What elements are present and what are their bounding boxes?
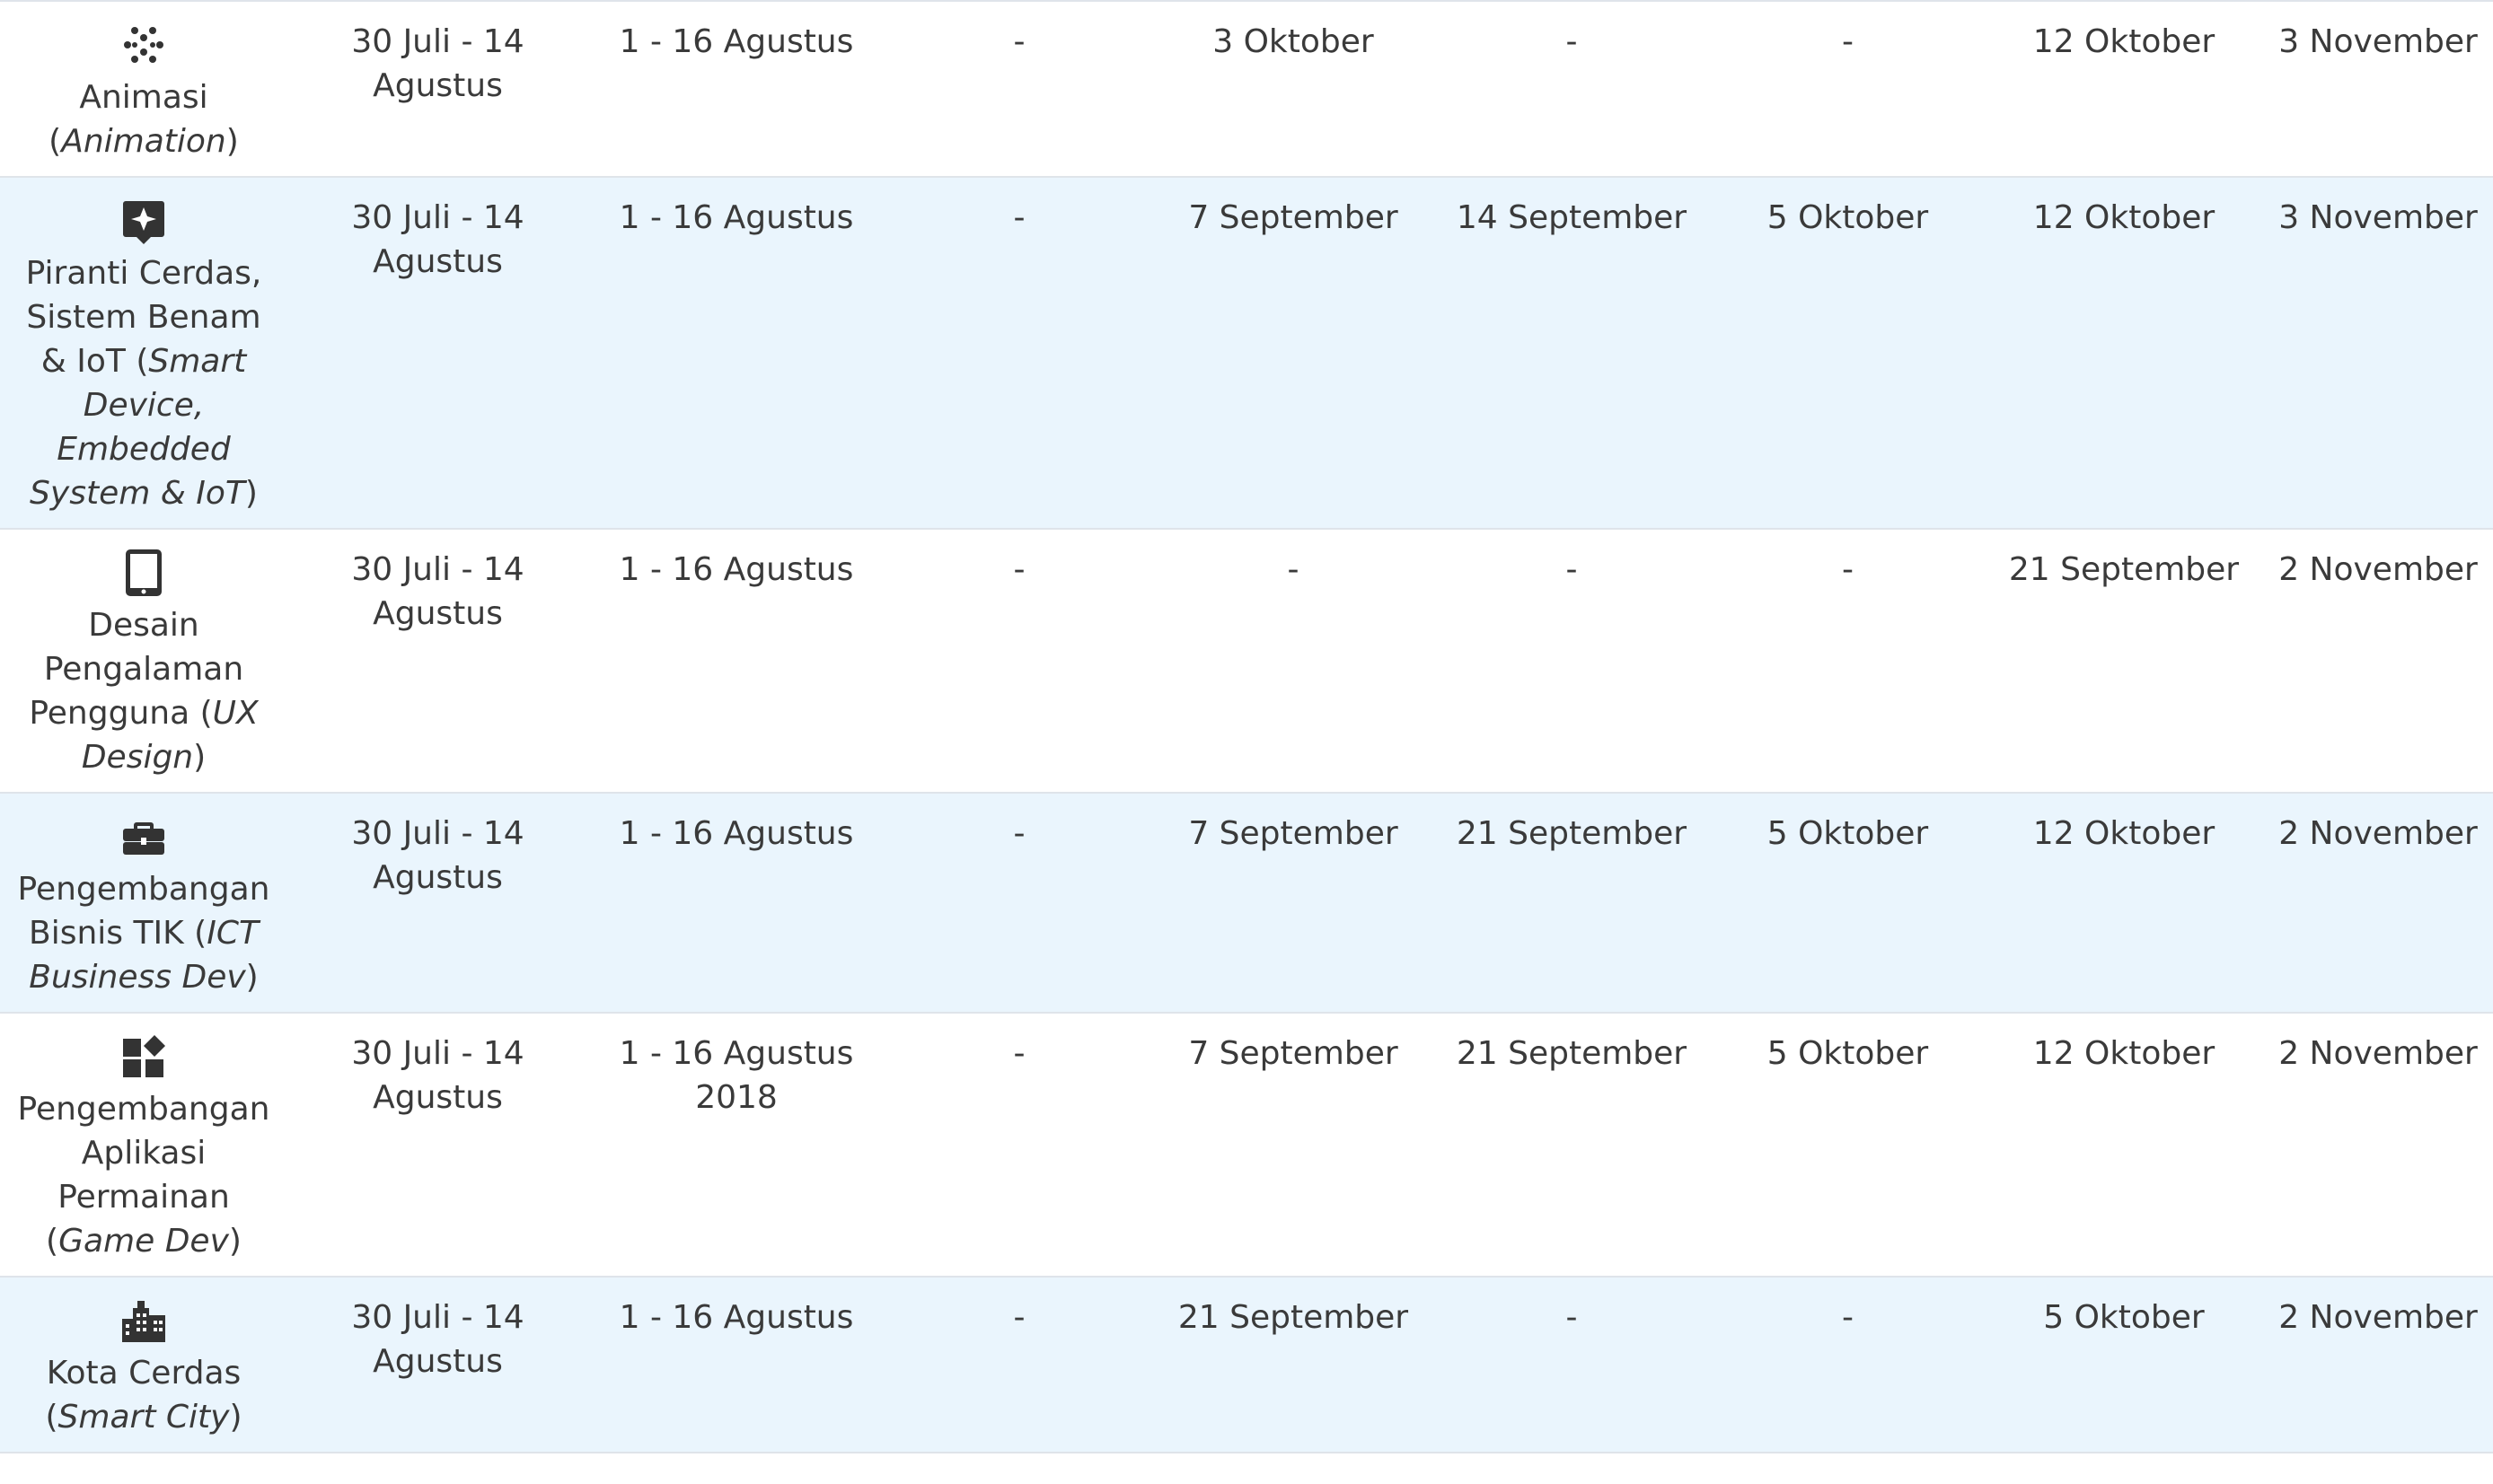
category-name: Animasi [79,79,208,116]
table-cell: - [1711,1277,1985,1453]
table-cell: 30 Juli - 14 Agustus [287,793,588,1014]
widgets-icon [119,1032,169,1082]
category-name-en: Game Dev [58,1223,229,1260]
table-cell: - [1154,529,1432,794]
category-cell[interactable]: Pengembangan Aplikasi Permainan (Game De… [0,1013,287,1278]
table-cell: - [885,177,1154,530]
table-row: Pengembangan Bisnis TIK (ICT Business De… [0,793,2493,1014]
table-cell: 30 Juli - 14 Agustus [287,1,588,178]
animation-dots-icon [119,20,169,70]
category-name: Desain Pengalaman Pengguna [29,607,244,732]
table-row: Animasi (Animation) 30 Juli - 14 Agustus… [0,1,2493,178]
table-cell: 1 - 16 Agustus [588,1277,885,1453]
table-cell: 5 Oktober [1711,793,1985,1014]
table-cell: 1 - 16 Agustus [588,793,885,1014]
tablet-icon [119,548,169,598]
table-cell: 21 September [1985,529,2263,794]
category-cell[interactable]: Animasi (Animation) [0,1,287,178]
table-row: Piranti Cerdas, Sistem Benam & IoT (Smar… [0,177,2493,530]
table-cell: 7 September [1154,793,1432,1014]
table-cell: 3 Oktober [1154,1,1432,178]
category-cell[interactable]: Pengembangan Bisnis TIK (ICT Business De… [0,793,287,1014]
table-cell: 30 Juli - 14 Agustus [287,529,588,794]
table-cell: - [1711,1,1985,178]
table-cell: 12 Oktober [1985,177,2263,530]
sparkle-badge-icon [119,196,169,246]
category-name-en: Animation [61,123,226,160]
table-cell: - [885,793,1154,1014]
table-cell: 5 Oktober [1711,177,1985,530]
table-cell: - [885,1277,1154,1453]
table-cell: 1 - 16 Agustus [588,529,885,794]
table-row: Desain Pengalaman Pengguna (UX Design) 3… [0,529,2493,794]
table-cell: - [1432,529,1711,794]
table-cell: 21 September [1432,793,1711,1014]
category-name: Kota Cerdas [46,1355,242,1392]
table-cell: 12 Oktober [1985,793,2263,1014]
table-cell: - [885,529,1154,794]
table-cell: 3 November [2263,177,2493,530]
table-cell: 2 November [2263,793,2493,1014]
table-cell: 30 Juli - 14 Agustus [287,1277,588,1453]
category-cell[interactable]: Desain Pengalaman Pengguna (UX Design) [0,529,287,794]
briefcase-icon [119,812,169,862]
table-cell: 3 November [2263,1,2493,178]
category-cell[interactable]: Piranti Cerdas, Sistem Benam & IoT (Smar… [0,177,287,530]
table-cell: - [1711,529,1985,794]
table-cell: 1 - 16 Agustus [588,177,885,530]
table-cell: - [1432,1277,1711,1453]
category-name: Pengembangan Aplikasi Permainan [17,1091,270,1216]
table-cell: 1 - 16 Agustus [588,1,885,178]
table-cell: 21 September [1432,1013,1711,1278]
table-cell: 2 November [2263,529,2493,794]
table-cell: 1 - 16 Agustus 2018 [588,1013,885,1278]
table-cell: 30 Juli - 14 Agustus [287,177,588,530]
table-cell: - [885,1013,1154,1278]
table-row: Pengembangan Aplikasi Permainan (Game De… [0,1013,2493,1278]
table-cell: 2 November [2263,1277,2493,1453]
table-row: Kota Cerdas (Smart City) 30 Juli - 14 Ag… [0,1277,2493,1453]
table-cell: 12 Oktober [1985,1013,2263,1278]
table-cell: - [1432,1,1711,178]
category-name-en: Smart City [57,1399,230,1436]
city-buildings-icon [119,1295,169,1346]
table-cell: 7 September [1154,177,1432,530]
table-cell: 12 Oktober [1985,1,2263,178]
table-cell: 14 September [1432,177,1711,530]
schedule-table: Animasi (Animation) 30 Juli - 14 Agustus… [0,0,2493,1453]
table-cell: 5 Oktober [1711,1013,1985,1278]
table-cell: - [885,1,1154,178]
table-cell: 30 Juli - 14 Agustus [287,1013,588,1278]
table-cell: 21 September [1154,1277,1432,1453]
table-cell: 5 Oktober [1985,1277,2263,1453]
category-cell[interactable]: Kota Cerdas (Smart City) [0,1277,287,1453]
table-cell: 2 November [2263,1013,2493,1278]
table-cell: 7 September [1154,1013,1432,1278]
